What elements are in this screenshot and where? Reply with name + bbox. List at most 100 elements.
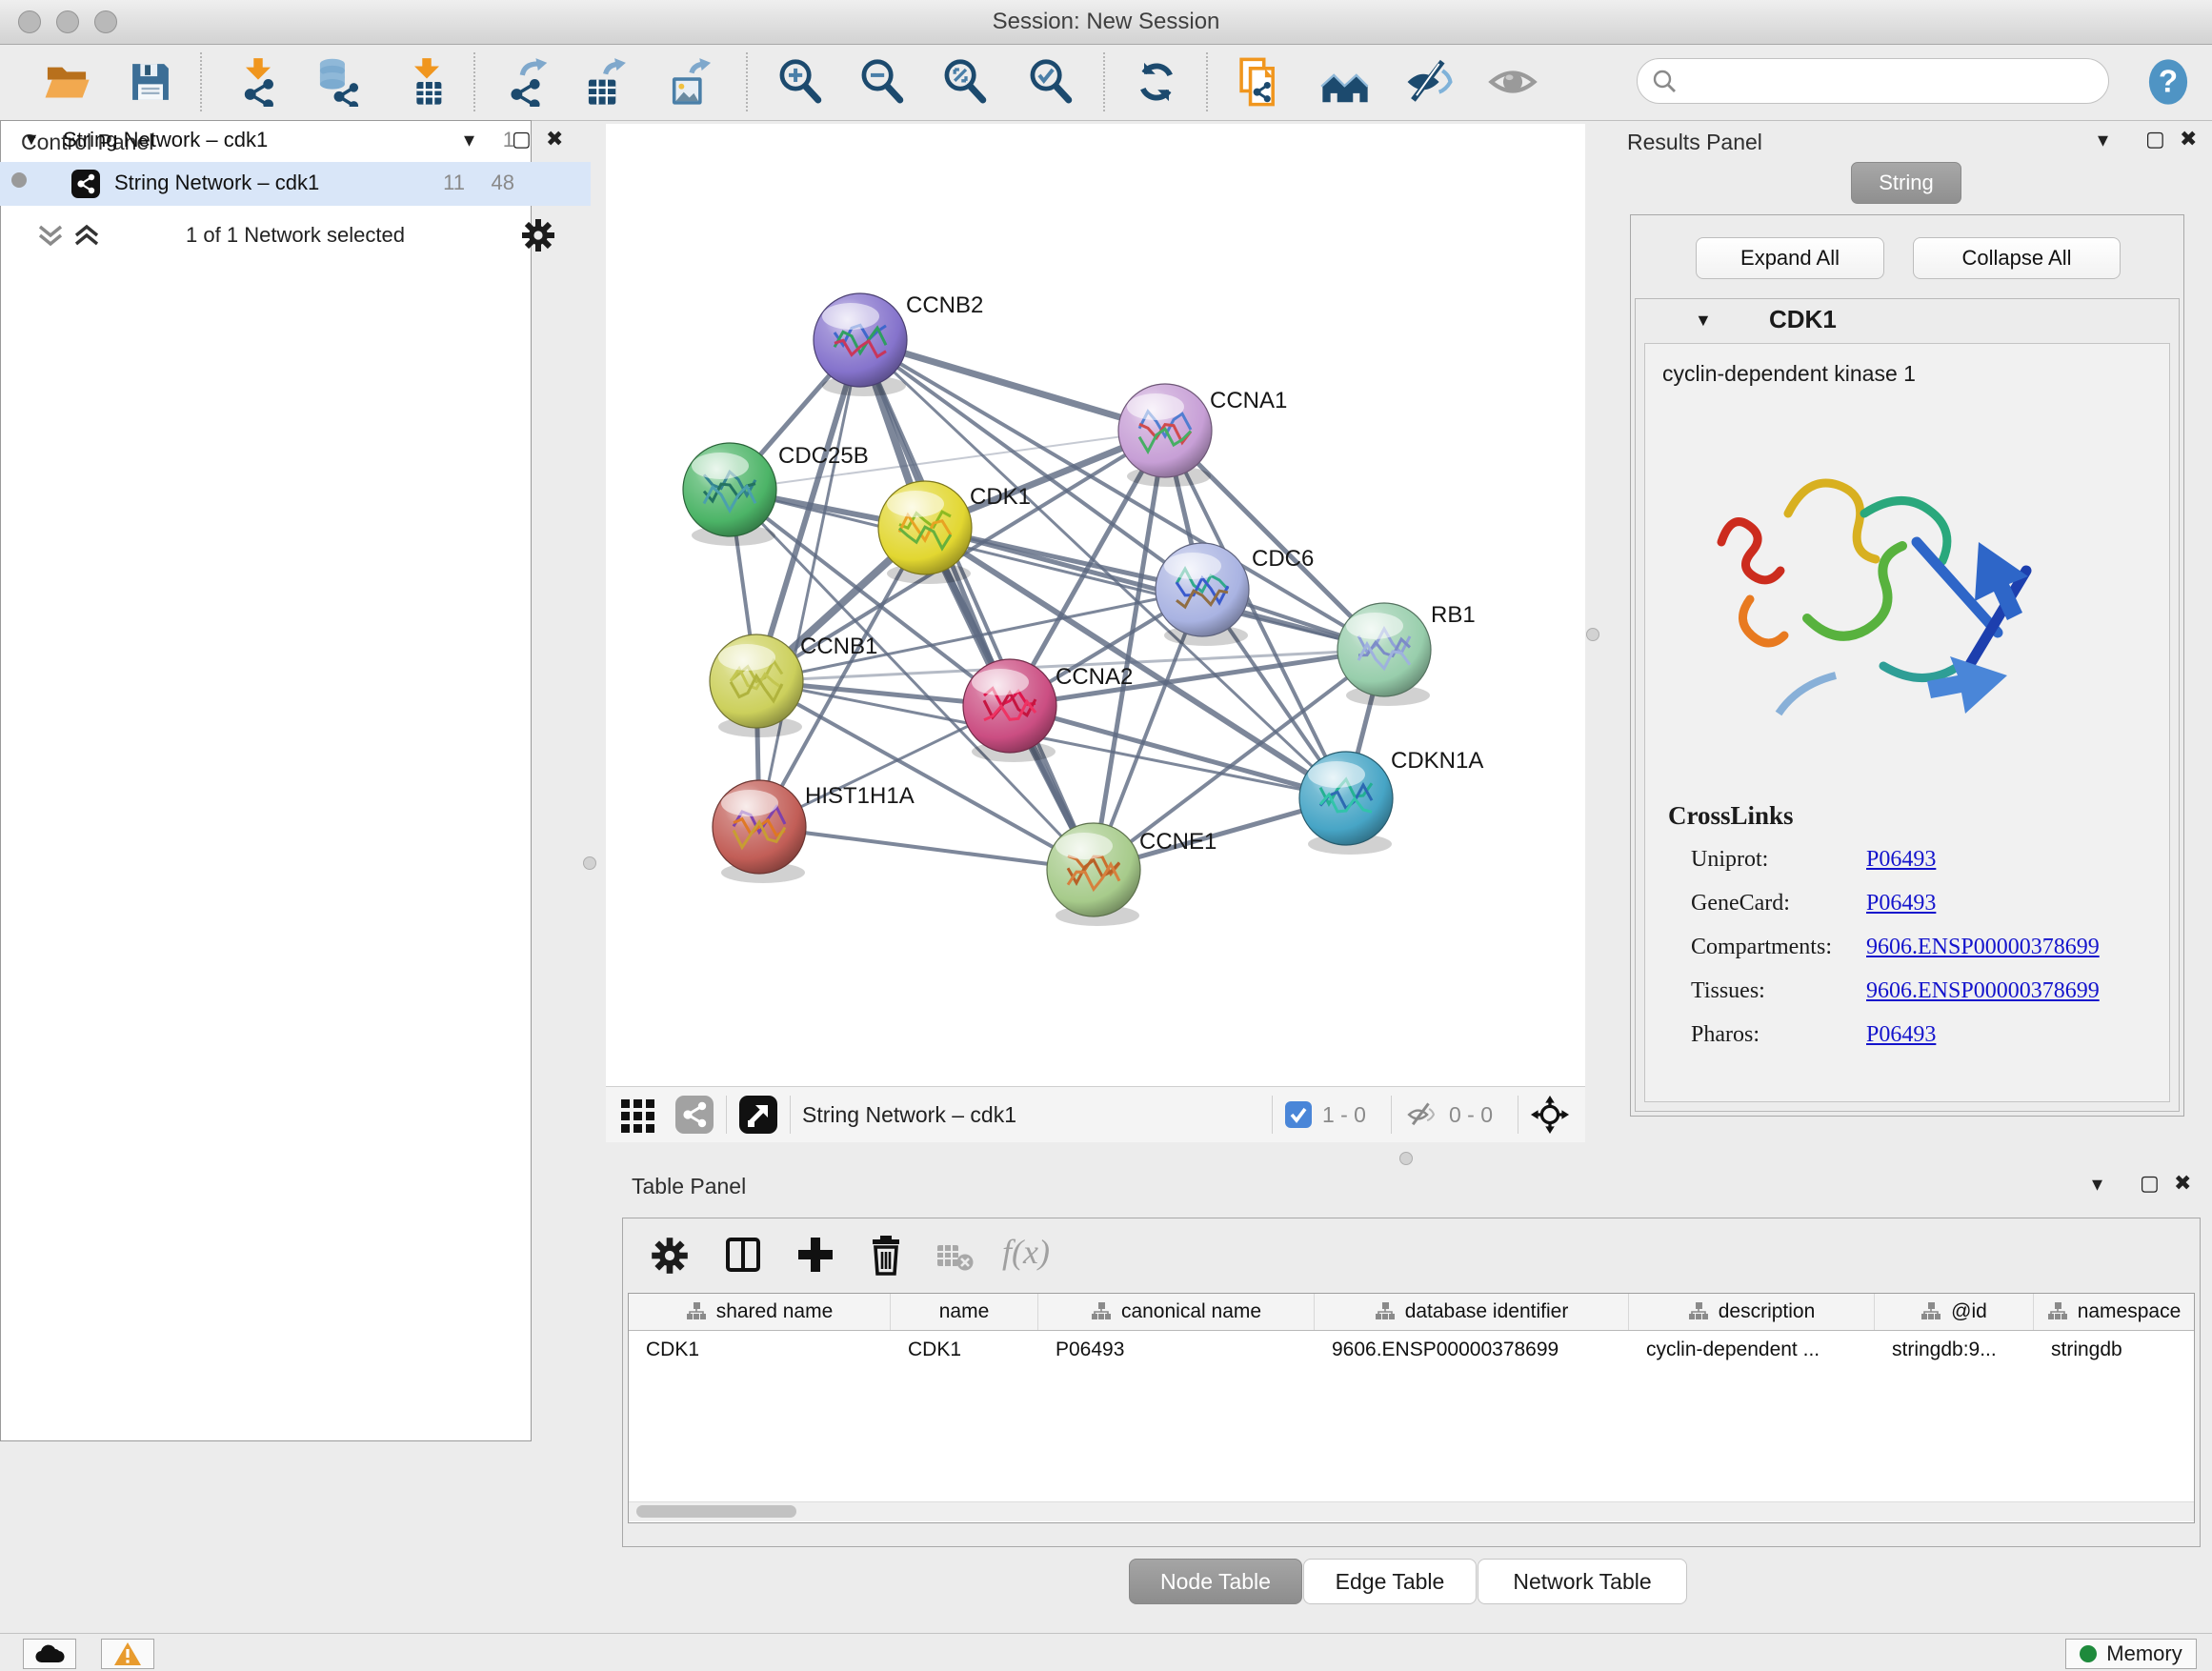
- gene-details: cyclin-dependent kinase 1: [1644, 343, 2170, 1102]
- node-HIST1H1A[interactable]: HIST1H1A: [713, 780, 915, 883]
- import-table-button[interactable]: [400, 55, 453, 109]
- bottom-splitter-handle[interactable]: [1399, 1152, 1413, 1165]
- horizontal-scrollbar[interactable]: [629, 1501, 2194, 1521]
- search-input[interactable]: [1678, 68, 2081, 94]
- apply-style-refresh-button[interactable]: [1130, 55, 1183, 109]
- node-label-CDC25B: CDC25B: [778, 443, 869, 469]
- memory-button[interactable]: Memory: [2065, 1639, 2197, 1669]
- node-CDKN1A[interactable]: CDKN1A: [1299, 748, 1483, 855]
- network-collection-row[interactable]: ▼ String Network – cdk1 1: [0, 120, 591, 162]
- birdseye-view-icon[interactable]: [619, 1096, 657, 1134]
- create-column-icon[interactable]: [794, 1234, 836, 1276]
- node-CCNA2[interactable]: CCNA2: [963, 659, 1133, 762]
- selected-checkbox-icon[interactable]: [1284, 1100, 1313, 1129]
- tab-edge-table[interactable]: Edge Table: [1303, 1559, 1477, 1604]
- show-columns-icon[interactable]: [722, 1234, 764, 1276]
- hidden-node-edge-counts: 0 - 0: [1449, 1102, 1493, 1128]
- network-canvas[interactable]: CCNB2CCNA1CDC25BCDK1CDC6RB1CCNB1CCNA2CDK…: [606, 124, 1585, 1086]
- genecard-link[interactable]: P06493: [1866, 891, 1936, 916]
- table-row[interactable]: CDK1 CDK1 P06493 9606.ENSP00000378699 cy…: [629, 1331, 2194, 1369]
- function-builder-icon: f(x): [1002, 1232, 1050, 1272]
- column-namespace-icon: [1688, 1301, 1709, 1322]
- table-panel-menu-icon[interactable]: ▾: [2092, 1172, 2102, 1197]
- compartments-link[interactable]: 9606.ENSP00000378699: [1866, 935, 2100, 960]
- tab-string-results[interactable]: String: [1851, 162, 1961, 204]
- pharos-link[interactable]: P06493: [1866, 1022, 1936, 1048]
- edge-CCNB2-CCNA1[interactable]: [860, 340, 1165, 431]
- column-header-canonical-name[interactable]: canonical name: [1038, 1294, 1315, 1330]
- node-label-CDC6: CDC6: [1252, 546, 1314, 572]
- zoom-out-button[interactable]: [856, 55, 910, 109]
- window-title: Session: New Session: [0, 9, 2212, 35]
- zoom-in-button[interactable]: [774, 55, 828, 109]
- uniprot-link[interactable]: P06493: [1866, 847, 1936, 873]
- node-CDK1[interactable]: CDK1: [878, 481, 1031, 584]
- table-options-gear-icon[interactable]: [650, 1236, 690, 1276]
- save-session-button[interactable]: [124, 55, 177, 109]
- column-namespace-icon: [686, 1301, 707, 1322]
- delete-column-icon[interactable]: [865, 1234, 907, 1276]
- network-options-gear-icon[interactable]: [520, 217, 556, 253]
- left-splitter-handle[interactable]: [583, 856, 596, 870]
- toolbar-separator: [790, 1096, 791, 1134]
- column-header-shared-name[interactable]: shared name: [629, 1294, 891, 1330]
- application-window: Session: New Session: [0, 0, 2212, 1671]
- svg-text:?: ?: [2159, 65, 2178, 100]
- show-all-button[interactable]: [1486, 55, 1539, 109]
- warnings-button[interactable]: [101, 1639, 154, 1669]
- zoom-selected-button[interactable]: [1025, 55, 1078, 109]
- table-panel-body: f(x) shared name name canonical name dat…: [622, 1218, 2201, 1547]
- results-panel-float-icon[interactable]: ▢: [2145, 127, 2165, 151]
- help-button[interactable]: ?: [2142, 55, 2195, 109]
- node-CCNA1[interactable]: CCNA1: [1118, 384, 1287, 487]
- node-label-CCNA2: CCNA2: [1056, 664, 1133, 690]
- table-panel-title: Table Panel: [632, 1174, 746, 1199]
- column-header-namespace[interactable]: namespace: [2034, 1294, 2194, 1330]
- node-RB1[interactable]: RB1: [1337, 602, 1476, 706]
- gene-description: cyclin-dependent kinase 1: [1662, 361, 1916, 387]
- export-table-button[interactable]: [581, 55, 634, 109]
- open-session-button[interactable]: [40, 55, 93, 109]
- cloud-status-button[interactable]: [23, 1639, 76, 1669]
- tab-network-table[interactable]: Network Table: [1478, 1559, 1687, 1604]
- collapse-all-networks-icon[interactable]: [34, 219, 67, 252]
- table-panel-float-icon[interactable]: ▢: [2140, 1171, 2160, 1196]
- collapse-all-button[interactable]: Collapse All: [1913, 237, 2121, 279]
- network-row-selected[interactable]: String Network – cdk1 11 48: [0, 162, 591, 206]
- first-neighbors-button[interactable]: [1318, 55, 1372, 109]
- edge-CCNB2-HIST1H1A[interactable]: [759, 340, 860, 827]
- node-CDC25B[interactable]: CDC25B: [683, 443, 869, 546]
- fit-content-crosshair-icon[interactable]: [1530, 1095, 1570, 1135]
- export-image-button[interactable]: [665, 55, 718, 109]
- collection-expander-icon[interactable]: ▼: [23, 130, 40, 150]
- import-network-from-database-button[interactable]: [312, 55, 366, 109]
- tab-node-table[interactable]: Node Table: [1129, 1559, 1302, 1604]
- right-splitter-handle[interactable]: [1586, 628, 1599, 641]
- expand-all-button[interactable]: Expand All: [1696, 237, 1884, 279]
- tissues-link[interactable]: 9606.ENSP00000378699: [1866, 978, 2100, 1004]
- string-panel-toggle-icon[interactable]: [674, 1095, 714, 1135]
- column-namespace-icon: [1375, 1301, 1396, 1322]
- column-header-database-identifier[interactable]: database identifier: [1315, 1294, 1629, 1330]
- results-panel-menu-icon[interactable]: ▾: [2098, 128, 2108, 152]
- node-label-CDKN1A: CDKN1A: [1391, 748, 1483, 774]
- node-table: shared name name canonical name database…: [628, 1293, 2195, 1523]
- gene-section-expander-icon[interactable]: ▼: [1695, 311, 1712, 331]
- import-network-button[interactable]: [231, 55, 285, 109]
- node-CCNB2[interactable]: CCNB2: [814, 292, 983, 396]
- expand-all-networks-icon[interactable]: [70, 219, 103, 252]
- scrollbar-thumb[interactable]: [636, 1505, 796, 1518]
- search-field[interactable]: [1637, 58, 2109, 104]
- open-in-browser-icon[interactable]: [738, 1095, 778, 1135]
- zoom-fit-button[interactable]: [939, 55, 993, 109]
- results-panel-close-icon[interactable]: ✖: [2180, 127, 2197, 151]
- column-header-description[interactable]: description: [1629, 1294, 1875, 1330]
- copy-network-button[interactable]: [1233, 55, 1286, 109]
- edge-HIST1H1A-CCNE1[interactable]: [759, 827, 1094, 870]
- column-header-name[interactable]: name: [891, 1294, 1038, 1330]
- column-header-id[interactable]: @id: [1875, 1294, 2034, 1330]
- table-panel-close-icon[interactable]: ✖: [2174, 1171, 2191, 1196]
- export-network-button[interactable]: [500, 55, 553, 109]
- node-label-CCNA1: CCNA1: [1210, 388, 1287, 413]
- hide-selected-button[interactable]: [1402, 55, 1456, 109]
